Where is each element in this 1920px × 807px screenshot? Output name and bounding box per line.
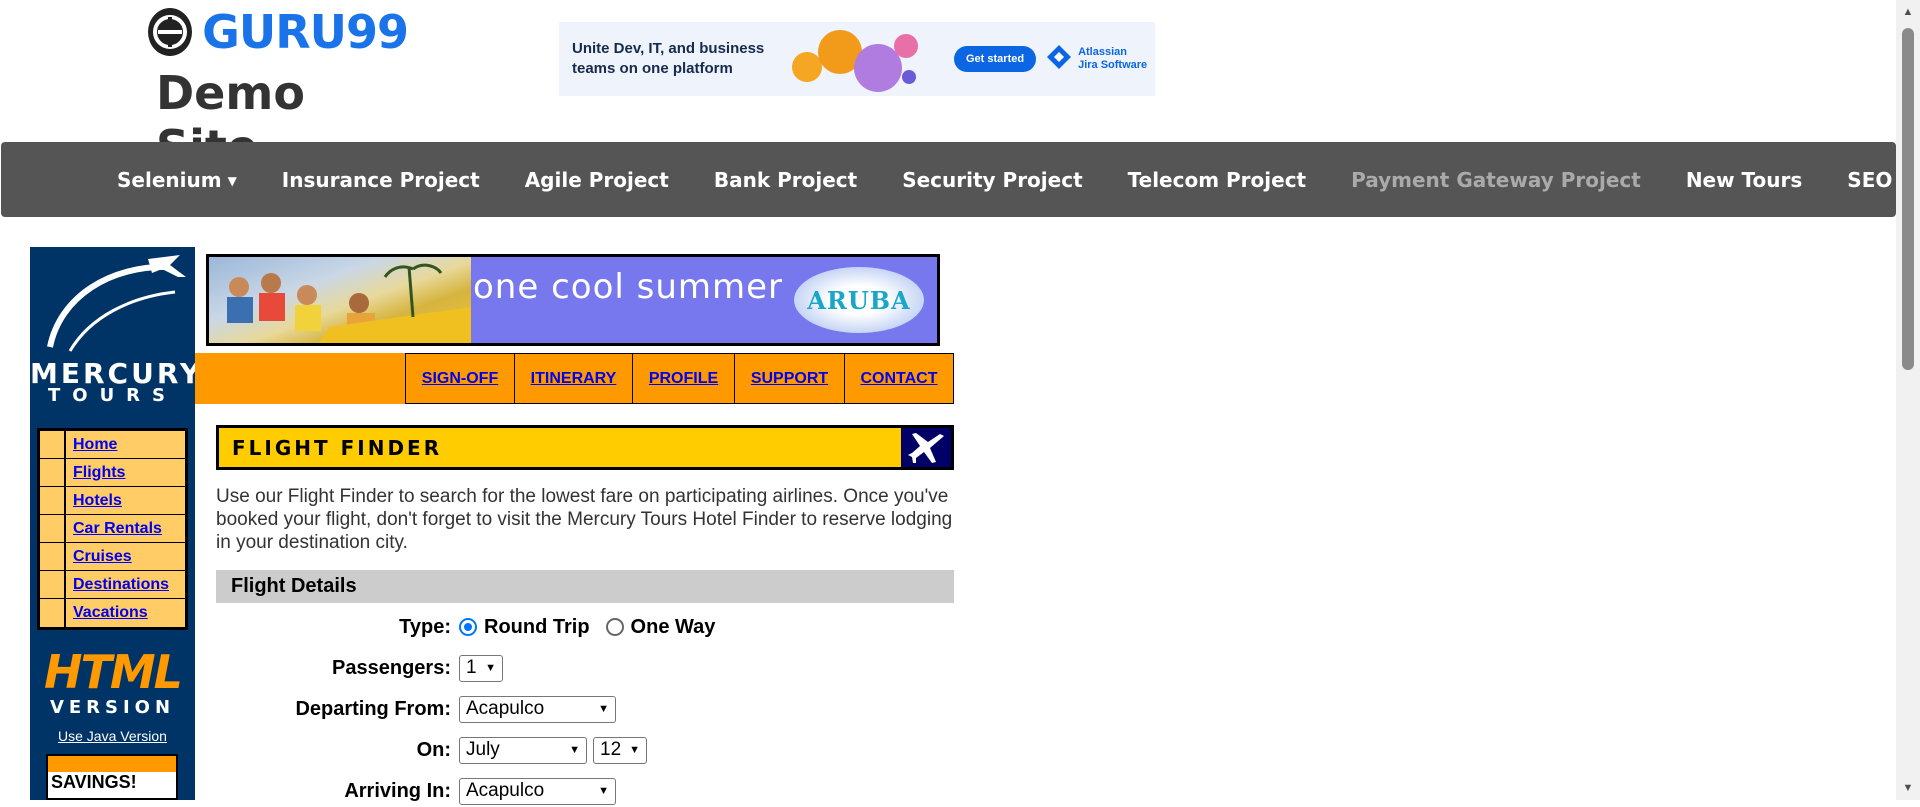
side-link-home[interactable]: Home [66, 431, 117, 458]
side-menu-item: Vacations [40, 599, 185, 627]
side-link-flights[interactable]: Flights [66, 459, 125, 486]
html-word: HTML [44, 645, 183, 699]
chevron-down-icon: ▼ [629, 744, 640, 756]
top-link-support[interactable]: SUPPORT [734, 353, 844, 404]
ad-people-image [792, 22, 942, 96]
type-row: Type: Round Trip One Way [216, 611, 954, 643]
on-day-select[interactable]: 12 ▼ [593, 736, 647, 764]
aruba-logo-text: ARUBA [807, 285, 911, 315]
chevron-down-icon: ▼ [485, 662, 496, 674]
flight-details-section-title: Flight Details [216, 570, 954, 603]
top-link-itinerary[interactable]: ITINERARY [514, 353, 632, 404]
nav-telecom-project[interactable]: Telecom Project [1128, 168, 1306, 192]
banner-photo [209, 257, 471, 343]
top-link-sign-off[interactable]: SIGN-OFF [405, 353, 514, 404]
airplane-icon [901, 428, 951, 467]
side-menu-item: Flights [40, 459, 185, 487]
arriving-label: Arriving In: [344, 779, 451, 802]
side-menu-item: Car Rentals [40, 515, 185, 543]
main-navbar: Selenium ▼ Insurance Project Agile Projec… [1, 142, 1908, 217]
round-trip-radio[interactable] [459, 618, 477, 636]
passengers-select[interactable]: 1 ▼ [459, 654, 503, 682]
mercury-top-bar: SIGN-OFF ITINERARY PROFILE SUPPORT CONTA… [195, 353, 954, 404]
passengers-row: Passengers: 1 ▼ [216, 652, 954, 684]
savings-title: SAVINGS! [51, 772, 137, 792]
nav-new-tours[interactable]: New Tours [1686, 168, 1802, 192]
nav-agile-project[interactable]: Agile Project [525, 168, 669, 192]
flight-finder-header: FLIGHT FINDER [216, 425, 954, 470]
top-link-contact[interactable]: CONTACT [844, 353, 954, 404]
type-label: Type: [399, 615, 451, 638]
chevron-down-icon: ▼ [598, 785, 609, 797]
nav-bank-project[interactable]: Bank Project [714, 168, 857, 192]
departing-row: Departing From: Acapulco ▼ [216, 693, 954, 725]
vertical-scrollbar[interactable]: ▲ ▼ [1896, 0, 1920, 800]
side-menu-item: Home [40, 431, 185, 459]
flight-finder-title: FLIGHT FINDER [232, 436, 443, 460]
arriving-row: Arriving In: Acapulco ▼ [216, 775, 954, 807]
ad-brand-line1: Atlassian [1078, 46, 1127, 58]
nav-selenium[interactable]: Selenium ▼ [117, 168, 237, 192]
chevron-down-icon: ▼ [598, 703, 609, 715]
side-link-hotels[interactable]: Hotels [66, 487, 122, 514]
flight-finder-description: Use our Flight Finder to search for the … [216, 486, 953, 553]
mercury-side-menu: Home Flights Hotels Car Rentals Cruises … [37, 428, 188, 630]
version-word: VERSION [49, 697, 176, 718]
scroll-up-arrow-icon[interactable]: ▲ [1896, 0, 1920, 24]
chevron-down-icon: ▼ [569, 744, 580, 756]
departing-from-select[interactable]: Acapulco ▼ [459, 695, 616, 723]
mercury-tours-frame: MERCURY TOURS Home Flights Hotels Car Re… [30, 247, 954, 805]
html-version-badge: HTML VERSION Use Java Version [30, 647, 195, 744]
side-link-vacations[interactable]: Vacations [66, 599, 148, 627]
aruba-banner[interactable]: one cool summer ARUBA [206, 254, 940, 346]
one-way-radio[interactable] [605, 618, 624, 636]
ad-brand: Atlassian Jira Software [1046, 44, 1147, 75]
on-month-select[interactable]: July ▼ [459, 736, 587, 764]
nav-security-project[interactable]: Security Project [902, 168, 1082, 192]
ad-brand-line2: Jira Software [1078, 59, 1148, 71]
arriving-in-select[interactable]: Acapulco ▼ [459, 777, 616, 805]
ad-banner[interactable]: Unite Dev, IT, and business teams on one… [559, 22, 1155, 96]
savings-ad[interactable]: SAVINGS! [46, 754, 178, 800]
on-date-row: On: July ▼ 12 ▼ [216, 734, 954, 766]
passengers-label: Passengers: [332, 656, 451, 679]
guru99-logo-icon [148, 8, 193, 56]
plane-swoosh-icon [47, 255, 186, 352]
mercury-sidebar: MERCURY TOURS Home Flights Hotels Car Re… [30, 247, 200, 800]
side-menu-item: Destinations [40, 571, 185, 599]
top-link-profile[interactable]: PROFILE [632, 353, 734, 404]
jira-diamond-icon [1046, 44, 1072, 75]
one-way-label[interactable]: One Way [631, 616, 716, 639]
scroll-thumb[interactable] [1902, 28, 1914, 370]
side-link-cruises[interactable]: Cruises [66, 543, 132, 570]
mercury-logo-line2: TOURS [47, 385, 178, 406]
aruba-logo: ARUBA [794, 267, 924, 333]
side-link-car-rentals[interactable]: Car Rentals [66, 515, 162, 542]
side-menu-item: Cruises [40, 543, 185, 571]
side-menu-item: Hotels [40, 487, 185, 515]
side-link-destinations[interactable]: Destinations [66, 571, 169, 598]
departing-label: Departing From: [295, 697, 451, 720]
caret-down-icon: ▼ [227, 174, 237, 188]
mercury-logo[interactable]: MERCURY TOURS [30, 247, 200, 407]
nav-insurance-project[interactable]: Insurance Project [282, 168, 480, 192]
scroll-down-arrow-icon[interactable]: ▼ [1896, 776, 1920, 800]
ad-cta-button[interactable]: Get started [954, 46, 1037, 72]
ad-headline: Unite Dev, IT, and business teams on one… [572, 40, 765, 77]
round-trip-label[interactable]: Round Trip [484, 616, 590, 639]
site-header: GURU99 Demo Site Unite Dev, IT, and busi… [0, 0, 1896, 174]
banner-text: one cool summer [473, 267, 784, 307]
on-label: On: [416, 738, 451, 761]
nav-payment-gateway-project[interactable]: Payment Gateway Project [1351, 168, 1641, 192]
logo-text: GURU99 [202, 5, 409, 59]
use-java-version-link[interactable]: Use Java Version [30, 728, 195, 744]
